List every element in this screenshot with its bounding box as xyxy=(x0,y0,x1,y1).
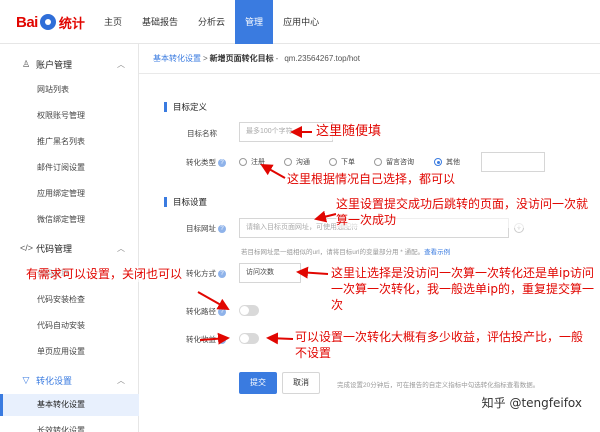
target-url-label: 目标网址? xyxy=(156,223,226,234)
chevron-up-icon: ︿ xyxy=(117,244,125,253)
baidu-tongji-logo[interactable]: Bai 统计 xyxy=(16,10,85,34)
conversion-path-label-text: 转化路径 xyxy=(186,307,216,316)
sidebar-item-wechat-binding[interactable]: 微信绑定管理 xyxy=(0,209,139,231)
radio-label: 沟通 xyxy=(296,159,310,166)
baidu-paw-icon xyxy=(39,14,56,30)
breadcrumb-parent-link[interactable]: 基本转化设置 xyxy=(153,53,201,64)
user-icon: ♙ xyxy=(21,58,31,69)
goal-name-label-text: 目标名称 xyxy=(187,129,217,138)
annotation-arrow xyxy=(266,332,294,345)
submit-button[interactable]: 提交 xyxy=(239,372,277,394)
other-type-input[interactable] xyxy=(481,152,545,172)
annotation-conversion-method: 这里让选择是没访问一次算一次转化还是单ip访问一次算一次转化，我一般选单ip的，… xyxy=(331,265,599,313)
help-icon[interactable]: ? xyxy=(218,336,226,345)
footer-hint: 完成设置20分钟后，可在报告的自定义指标中勾选转化指标查看数据。 xyxy=(337,382,540,389)
conversion-type-label: 转化类型? xyxy=(156,157,226,168)
sidebar-item-spa-settings[interactable]: 单页应用设置 xyxy=(0,341,139,363)
help-icon[interactable]: ? xyxy=(218,270,226,279)
annotation-type-choice: 这里根据情况自己选择，都可以 xyxy=(287,171,456,187)
zhihu-watermark: 知乎 @tengfeifox xyxy=(481,396,582,410)
logo-text: Bai xyxy=(16,13,38,31)
radio-other[interactable]: 其他 xyxy=(434,157,460,167)
code-icon: </> xyxy=(20,243,34,253)
sidebar-section-conversion[interactable]: ▽ 转化设置 ︿ xyxy=(0,368,139,392)
url-hint-text: 若目标网址是一组相似的url，请将目标url的变量部分用 * 通配。 xyxy=(241,249,425,256)
goal-name-label: 目标名称 xyxy=(147,128,217,139)
view-example-link[interactable]: 查看示例 xyxy=(424,249,450,256)
help-icon[interactable]: ? xyxy=(218,308,226,317)
sidebar-section-code[interactable]: </> 代码管理 ︿ xyxy=(0,236,139,260)
tab-app-center[interactable]: 应用中心 xyxy=(273,0,329,44)
target-url-label-text: 目标网址 xyxy=(186,224,216,233)
radio-label: 下单 xyxy=(341,159,355,166)
section-goal-definition: 目标定义 xyxy=(164,101,207,113)
sidebar-item-code-check[interactable]: 代码安装检查 xyxy=(0,289,139,311)
conversion-method-select[interactable]: 访问次数 xyxy=(239,263,301,283)
conversion-path-toggle[interactable] xyxy=(239,305,259,316)
breadcrumb-site: qm.23564267.top/hot xyxy=(284,54,360,63)
annotation-fill-anything: 这里随便填 xyxy=(316,124,382,140)
radio-label: 其他 xyxy=(446,159,460,166)
funnel-icon: ▽ xyxy=(22,374,30,385)
sidebar-item-permission[interactable]: 权限账号管理 xyxy=(0,105,139,127)
url-hint: 若目标网址是一组相似的url，请将目标url的变量部分用 * 通配。查看示例 xyxy=(241,246,450,256)
section-goal-settings: 目标设置 xyxy=(164,196,207,208)
radio-communicate[interactable]: 沟通 xyxy=(284,157,310,167)
help-icon[interactable]: ? xyxy=(218,225,226,234)
conversion-path-label: 转化路径? xyxy=(156,306,226,317)
logo-sub: 统计 xyxy=(58,15,85,31)
sidebar-item-blacklist[interactable]: 推广黑名列表 xyxy=(0,131,139,153)
conversion-method-label-text: 转化方式 xyxy=(186,269,216,278)
conversion-income-toggle[interactable] xyxy=(239,333,259,344)
tab-manage[interactable]: 管理 xyxy=(235,0,274,44)
main-nav-tabs: 主页 基础报告 分析云 管理 应用中心 xyxy=(94,0,329,44)
annotation-optional-toggle: 有需求可以设置，关闭也可以 xyxy=(26,266,183,282)
radio-label: 注册 xyxy=(251,159,265,166)
annotation-arrow xyxy=(296,266,329,279)
sidebar-item-site-list[interactable]: 网站列表 xyxy=(0,79,139,101)
radio-circle-icon xyxy=(329,158,337,166)
conversion-income-label: 转化收益? xyxy=(156,334,226,345)
radio-order[interactable]: 下单 xyxy=(329,157,355,167)
conversion-income-label-text: 转化收益 xyxy=(186,335,216,344)
sidebar-section-label: 账户管理 xyxy=(36,59,73,70)
sidebar: ♙ 账户管理 ︿ 网站列表 权限账号管理 推广黑名列表 邮件订阅设置 应用绑定管… xyxy=(0,44,139,432)
sidebar-item-app-binding[interactable]: 应用绑定管理 xyxy=(0,183,139,205)
help-icon[interactable]: ? xyxy=(218,159,226,168)
radio-register[interactable]: 注册 xyxy=(239,157,265,167)
radio-label: 留言咨询 xyxy=(386,159,414,166)
radio-selected-icon xyxy=(434,158,442,166)
radio-circle-icon xyxy=(284,158,292,166)
tab-home[interactable]: 主页 xyxy=(94,0,132,44)
sidebar-section-account[interactable]: ♙ 账户管理 ︿ xyxy=(0,52,139,76)
conversion-type-label-text: 转化类型 xyxy=(186,158,216,167)
breadcrumb-separator: > xyxy=(203,54,208,63)
tab-basic-reports[interactable]: 基础报告 xyxy=(132,0,188,44)
annotation-target-url: 这里设置提交成功后跳转的页面，没访问一次就算一次成功 xyxy=(336,196,598,228)
annotation-arrow xyxy=(260,164,286,179)
tab-analysis-cloud[interactable]: 分析云 xyxy=(188,0,235,44)
sidebar-item-email-sub[interactable]: 邮件订阅设置 xyxy=(0,157,139,179)
radio-circle-icon xyxy=(374,158,382,166)
breadcrumb-separator: - xyxy=(275,54,279,63)
sidebar-section-label: 代码管理 xyxy=(36,243,73,254)
sidebar-item-basic-conversion[interactable]: 基本转化设置 xyxy=(0,394,139,416)
breadcrumb: 基本转化设置 > 新增页面转化目标 - qm.23564267.top/hot xyxy=(139,44,600,74)
sidebar-section-label: 转化设置 xyxy=(36,375,73,386)
sidebar-item-auto-install[interactable]: 代码自动安装 xyxy=(0,315,139,337)
chevron-up-icon: ︿ xyxy=(117,376,125,385)
radio-consult[interactable]: 留言咨询 xyxy=(374,157,414,167)
annotation-conversion-income: 可以设置一次转化大概有多少收益，评估投产比，一般不设置 xyxy=(295,329,593,361)
sidebar-item-long-conversion[interactable]: 长效转化设置 xyxy=(0,420,139,432)
cancel-button[interactable]: 取消 xyxy=(282,372,320,394)
breadcrumb-current: 新增页面转化目标 xyxy=(209,54,274,63)
chevron-up-icon: ︿ xyxy=(117,60,125,69)
top-navbar: Bai 统计 主页 基础报告 分析云 管理 应用中心 xyxy=(0,0,600,44)
radio-circle-icon xyxy=(239,158,247,166)
